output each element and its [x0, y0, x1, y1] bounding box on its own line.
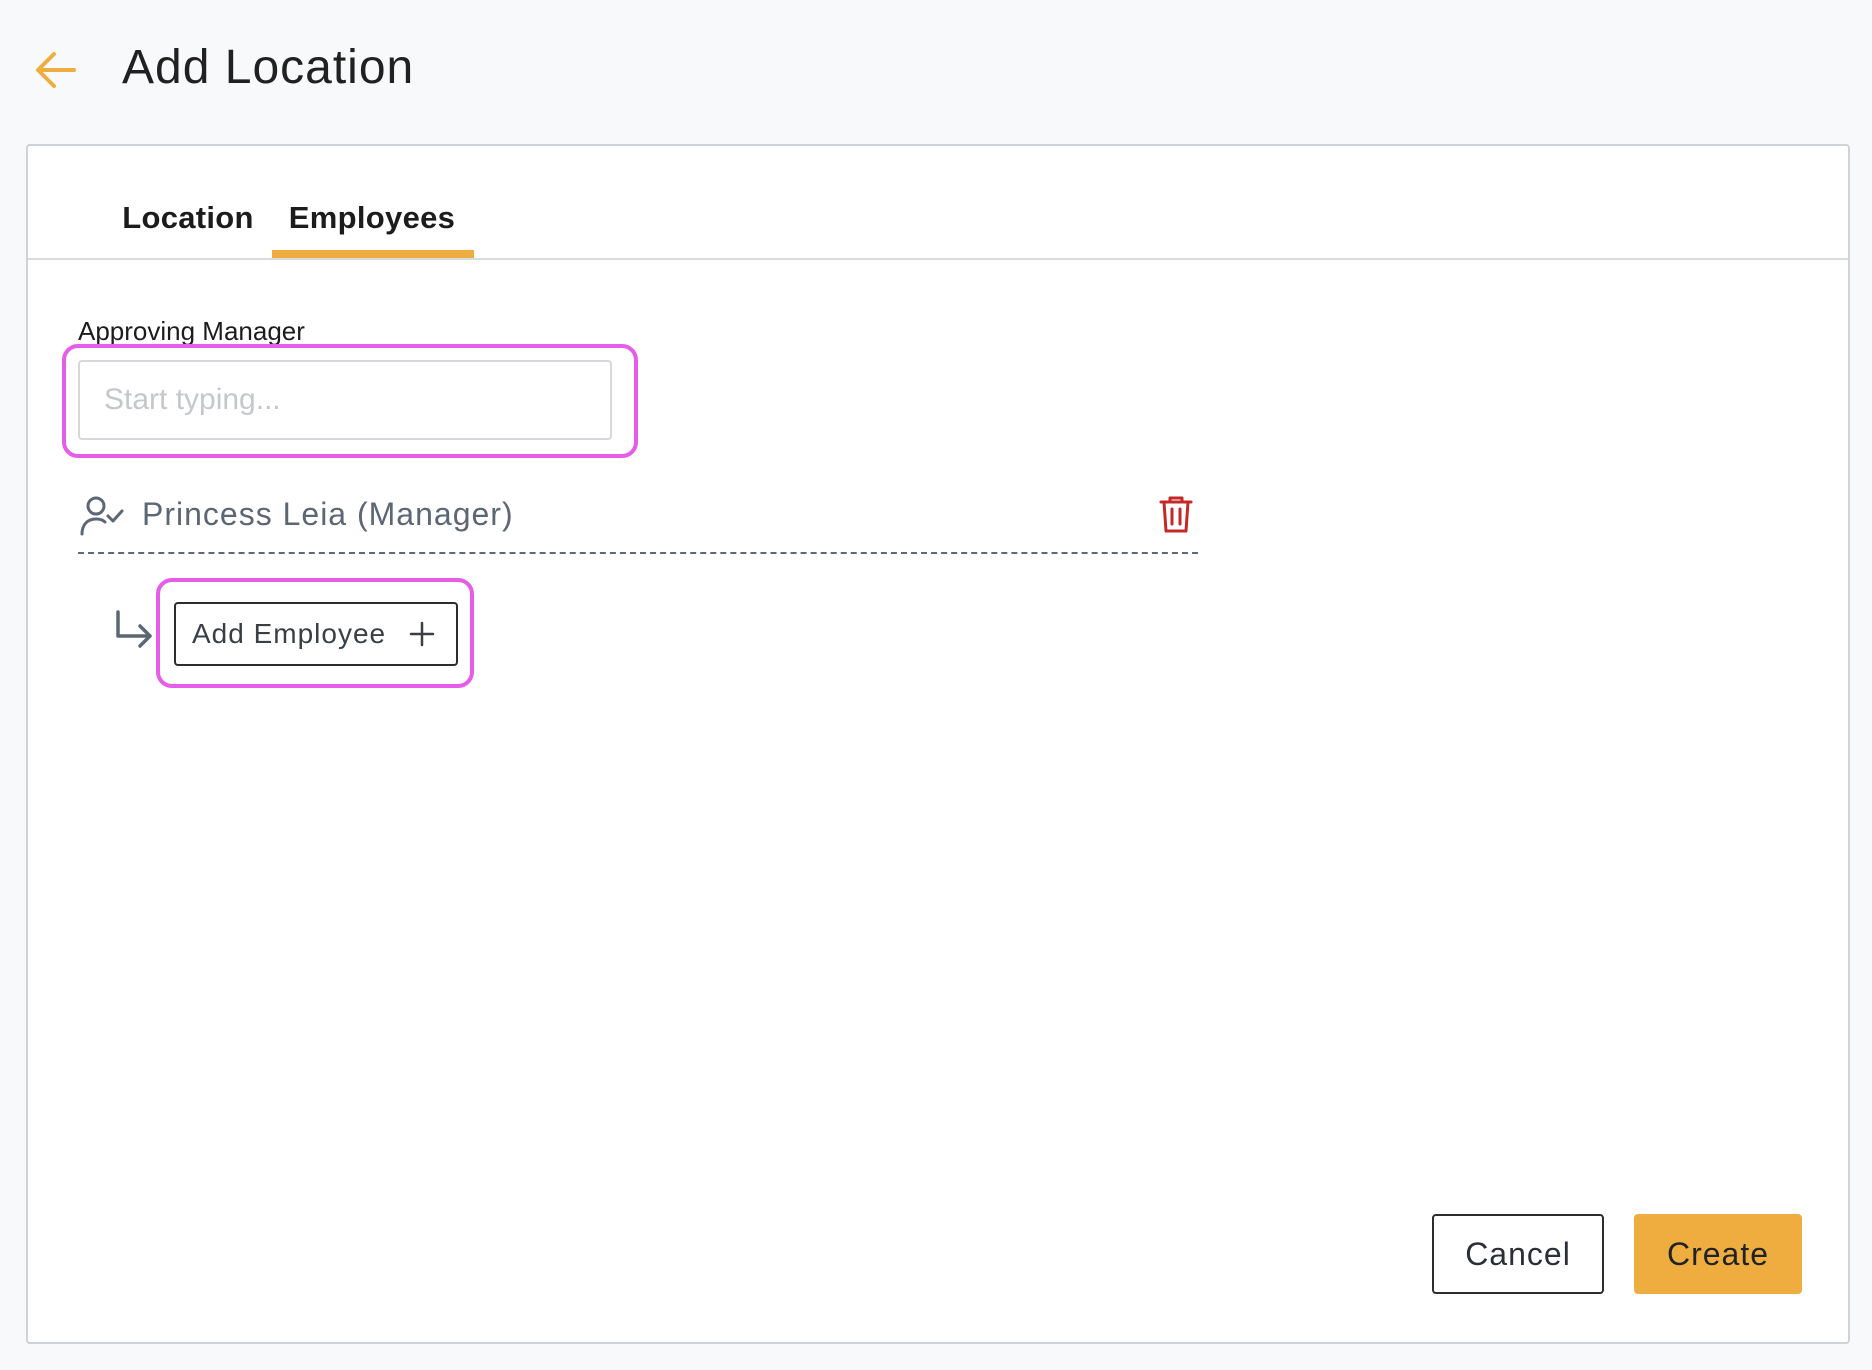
page-title: Add Location: [122, 41, 415, 94]
manager-name: Princess Leia (Manager): [142, 496, 514, 532]
plus-icon: [409, 621, 435, 647]
delete-manager-button[interactable]: [1154, 490, 1198, 538]
form-card: Location Employees Approving Manager Pri…: [26, 144, 1850, 1344]
arrow-left-icon: [36, 52, 76, 88]
cancel-button[interactable]: Cancel: [1432, 1214, 1604, 1294]
approving-manager-input[interactable]: [78, 360, 612, 440]
approving-manager-label: Approving Manager: [78, 316, 305, 346]
add-employee-button[interactable]: Add Employee: [174, 602, 458, 666]
return-arrow-icon: [116, 610, 152, 648]
page-header: Add Location: [0, 0, 1872, 140]
active-tab-indicator: [272, 250, 474, 258]
user-check-icon: [80, 496, 124, 536]
create-button[interactable]: Create: [1634, 1214, 1802, 1294]
trash-icon: [1159, 496, 1193, 533]
add-employee-label: Add Employee: [192, 618, 387, 649]
tab-bar: Location Employees: [28, 146, 1848, 260]
back-button[interactable]: [30, 44, 82, 96]
tab-location[interactable]: Location: [88, 200, 288, 258]
manager-row: Princess Leia (Manager): [78, 486, 1198, 554]
